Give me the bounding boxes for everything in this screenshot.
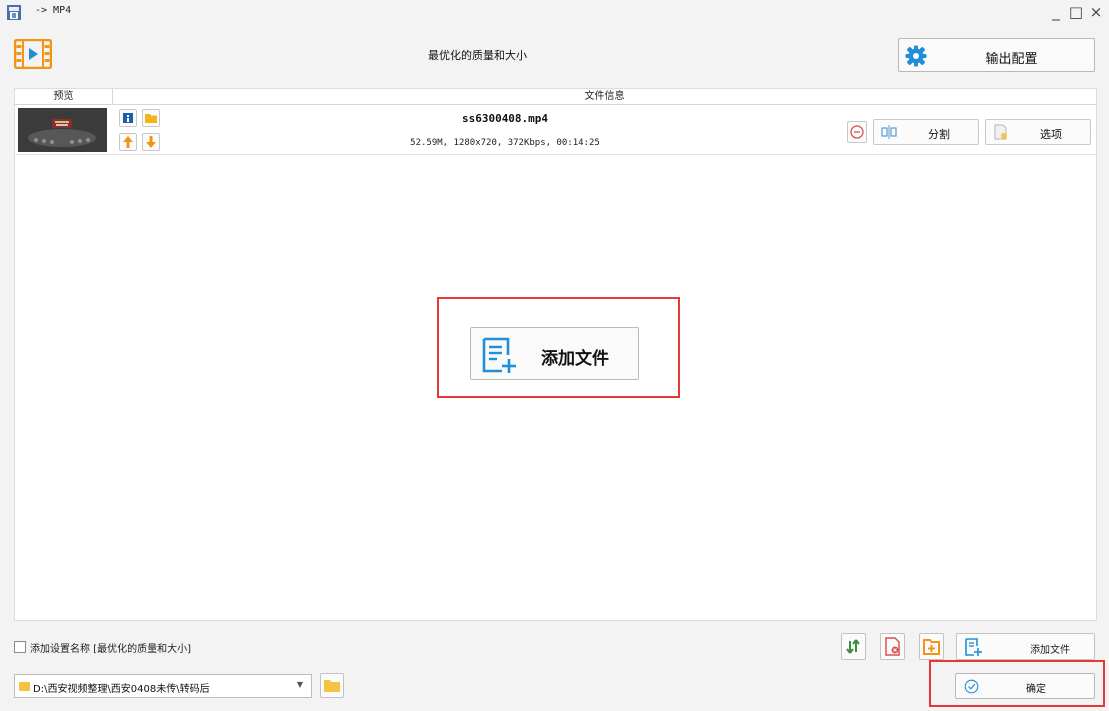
add-file-icon [482, 337, 516, 373]
title-bar [0, 0, 1109, 26]
output-path-value: D:\西安视频整理\西安0408未传\转码后 [33, 684, 210, 695]
folder-icon [145, 114, 157, 123]
browse-folder-button[interactable] [320, 673, 344, 698]
add-folder-button[interactable] [919, 633, 944, 660]
ok-button[interactable]: 确定 [955, 673, 1095, 699]
split-button[interactable]: 分割 [873, 119, 979, 145]
add-file-label: 添加文件 [541, 349, 609, 369]
minimize-button[interactable]: _ [1048, 3, 1064, 21]
ok-label: 确定 [1026, 684, 1046, 695]
sort-arrows-icon [846, 639, 860, 654]
move-down-button[interactable] [142, 133, 160, 151]
add-folder-icon [923, 639, 940, 655]
split-icon [881, 125, 897, 139]
sort-button[interactable] [841, 633, 866, 660]
split-label: 分割 [928, 128, 950, 141]
info-icon [123, 113, 133, 123]
output-path-select[interactable]: D:\西安视频整理\西安0408未传\转码后 ▼ [14, 674, 312, 698]
move-up-button[interactable] [119, 133, 137, 151]
bottom-add-file-button[interactable]: 添加文件 [956, 633, 1095, 660]
options-icon [994, 124, 1007, 140]
remove-file-button[interactable] [847, 121, 867, 143]
delete-file-icon [885, 637, 900, 656]
file-meta: 52.59M, 1280x720, 372Kbps, 00:14:25 [410, 138, 600, 148]
info-button[interactable] [119, 109, 137, 127]
options-button[interactable]: 选项 [985, 119, 1091, 145]
chevron-down-icon: ▼ [296, 680, 303, 689]
column-header-preview: 预览 [15, 89, 113, 105]
table-row[interactable]: ss6300408.mp4 52.59M, 1280x720, 372Kbps,… [15, 105, 1096, 155]
app-icon [7, 5, 21, 20]
profile-name: 最优化的质量和大小 [428, 49, 527, 62]
maximize-button[interactable]: □ [1068, 3, 1084, 21]
column-header-file-info: 文件信息 [113, 89, 1096, 105]
output-config-button[interactable]: 输出配置 [898, 38, 1095, 72]
add-file-button[interactable]: 添加文件 [470, 327, 639, 380]
clear-list-button[interactable] [880, 633, 905, 660]
options-label: 选项 [1040, 128, 1062, 141]
add-file-icon [965, 638, 982, 656]
film-icon [14, 39, 52, 69]
file-name: ss6300408.mp4 [461, 112, 549, 125]
close-button[interactable]: × [1088, 3, 1104, 21]
check-circle-icon [964, 679, 979, 694]
window-title: -> MP4 [35, 5, 72, 16]
folder-icon [19, 682, 30, 691]
output-config-label: 输出配置 [985, 52, 1038, 67]
arrow-up-icon [123, 136, 133, 148]
open-folder-button[interactable] [142, 109, 160, 127]
arrow-down-icon [146, 136, 156, 148]
folder-icon [324, 680, 340, 692]
video-thumbnail [18, 108, 107, 152]
bottom-add-file-label: 添加文件 [1030, 645, 1070, 656]
minus-circle-icon [850, 125, 864, 139]
add-setting-name-checkbox[interactable] [14, 641, 26, 653]
add-setting-name-label: 添加设置名称 [最优化的质量和大小] [30, 644, 191, 655]
